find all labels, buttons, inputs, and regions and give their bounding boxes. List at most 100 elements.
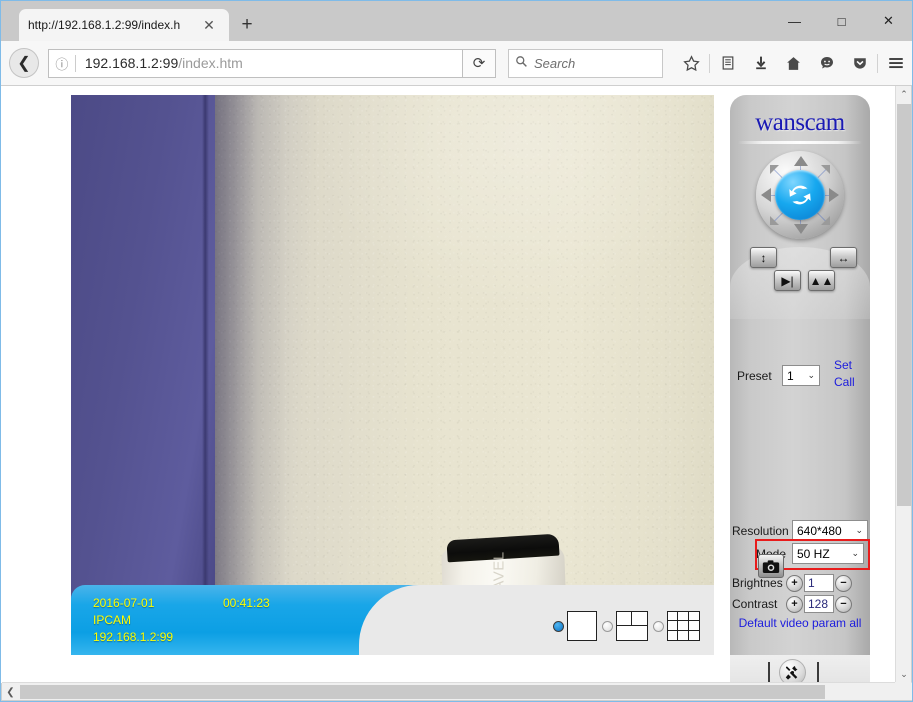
ptz-vertical-scan-button[interactable]: ↕ xyxy=(750,247,777,268)
scroll-left-icon[interactable]: ❮ xyxy=(2,683,19,701)
horizontal-scrollbar-thumb[interactable] xyxy=(20,685,825,699)
site-identity-icon[interactable]: ⓘ xyxy=(49,50,75,77)
navigation-toolbar: ❮ ⓘ 192.168.1.2:99/index.htm ⟳ Search xyxy=(1,41,912,86)
bookmark-star-icon[interactable] xyxy=(675,46,708,80)
ptz-right-arrow-icon[interactable] xyxy=(829,188,839,202)
search-icon xyxy=(509,55,534,71)
search-placeholder: Search xyxy=(533,55,576,71)
downloads-icon[interactable] xyxy=(744,46,777,80)
ptz-io-button[interactable]: ▶| xyxy=(774,270,801,291)
ptz-up-arrow-icon[interactable] xyxy=(794,156,808,166)
contrast-value-input[interactable]: 128 xyxy=(804,595,834,613)
layout-radio-3x3[interactable] xyxy=(653,620,664,632)
scroll-up-icon[interactable]: ⌃ xyxy=(896,86,912,103)
vertical-scrollbar[interactable]: ⌃ ⌄ xyxy=(895,86,911,683)
contrast-decrease-button[interactable]: − xyxy=(835,595,852,613)
video-stream[interactable]: TRAVEL 2016-07-01 00:41:23 IPCAM 192.168… xyxy=(71,95,714,655)
ptz-down-arrow-icon[interactable] xyxy=(794,224,808,234)
contrast-label: Contrast xyxy=(732,597,778,611)
layout-option-2x2[interactable] xyxy=(602,611,648,641)
preset-select[interactable]: 1 ⌄ xyxy=(782,365,820,386)
camera-snapshot-icon[interactable] xyxy=(758,554,784,578)
logo-divider xyxy=(738,141,862,144)
brightness-row: Brightnes + 1 − xyxy=(730,574,870,592)
url-host: 192.168.1.2:99 xyxy=(84,55,179,71)
chevron-down-icon: ⌄ xyxy=(851,548,859,558)
preset-label: Preset xyxy=(737,368,772,383)
brightness-increase-button[interactable]: + xyxy=(786,574,803,592)
maximize-button[interactable]: □ xyxy=(818,1,865,41)
home-icon[interactable] xyxy=(777,46,810,80)
panel-bottom-toolbar xyxy=(730,655,870,683)
layout-grid-3x3-icon[interactable] xyxy=(667,611,700,641)
pocket-icon[interactable] xyxy=(843,46,876,80)
video-purple-wall xyxy=(71,95,215,655)
resolution-row: Resolution 640*480 ⌄ xyxy=(730,520,870,541)
osd-device-name: IPCAM xyxy=(93,613,132,627)
brightness-value-input[interactable]: 1 xyxy=(804,574,834,592)
ptz-center-home-button[interactable]: ▲▲ xyxy=(808,270,835,291)
wanscam-logo: wanscam xyxy=(755,109,845,136)
video-corner-shadow xyxy=(215,95,287,655)
layout-radio-1x1[interactable] xyxy=(553,620,564,632)
preset-set-link[interactable]: Set xyxy=(834,357,855,374)
search-bar[interactable]: Search xyxy=(507,48,663,78)
url-bar[interactable]: ⓘ 192.168.1.2:99/index.htm xyxy=(47,48,464,78)
ptz-control-pad[interactable] xyxy=(756,151,844,239)
toolbar-divider xyxy=(709,53,710,73)
osd-address: 192.168.1.2:99 xyxy=(93,630,174,644)
default-video-param-link[interactable]: Default video param all xyxy=(736,615,864,631)
scroll-down-icon[interactable]: ⌄ xyxy=(896,666,912,683)
minimize-button[interactable]: — xyxy=(771,1,818,41)
url-text: 192.168.1.2:99/index.htm xyxy=(76,55,462,71)
resolution-select[interactable]: 640*480 ⌄ xyxy=(792,520,868,541)
preset-call-link[interactable]: Call xyxy=(834,374,855,391)
layout-grid-1x1-icon[interactable] xyxy=(567,611,597,641)
layout-radio-2x2[interactable] xyxy=(602,620,613,632)
osd-date: 2016-07-01 xyxy=(93,596,155,610)
toolbar-separator-right xyxy=(817,662,819,683)
vertical-scrollbar-thumb[interactable] xyxy=(897,104,911,506)
ptz-center-rotate-refresh-icon[interactable] xyxy=(775,170,825,220)
back-button-icon[interactable]: ❮ xyxy=(9,48,39,78)
layout-grid-2x2-icon[interactable] xyxy=(616,611,648,641)
camera-control-panel: wanscam ↕ ↔ ▶| ▲▲ Preset 1 ⌄ Set Call Re… xyxy=(730,95,870,655)
chevron-down-icon: ⌄ xyxy=(807,370,815,380)
layout-picker xyxy=(548,611,700,641)
toolbar-divider-2 xyxy=(877,53,878,73)
reading-list-icon[interactable] xyxy=(711,46,744,80)
wrench-tools-icon[interactable] xyxy=(779,659,806,683)
mode-select[interactable]: 50 HZ ⌄ xyxy=(792,543,864,564)
toolbar-separator-left xyxy=(768,662,770,683)
osd-time: 00:41:23 xyxy=(223,596,270,610)
mode-row: Mode 50 HZ ⌄ xyxy=(730,543,870,564)
browser-window: http://192.168.1.2:99/index.htm ✕ + — □ … xyxy=(0,0,913,702)
chevron-down-icon: ⌄ xyxy=(855,525,863,535)
contrast-increase-button[interactable]: + xyxy=(786,595,803,613)
close-button[interactable]: ✕ xyxy=(865,1,912,41)
window-controls: — □ ✕ xyxy=(771,1,912,41)
new-tab-button[interactable]: + xyxy=(237,15,257,35)
tab-close-icon[interactable]: ✕ xyxy=(201,17,217,33)
menu-hamburger-icon[interactable] xyxy=(879,46,912,80)
scrollbar-corner xyxy=(895,682,911,700)
resolution-label: Resolution xyxy=(732,523,789,538)
reload-icon[interactable]: ⟳ xyxy=(463,48,496,78)
ptz-horizontal-scan-button[interactable]: ↔ xyxy=(830,247,857,268)
page-content: TRAVEL 2016-07-01 00:41:23 IPCAM 192.168… xyxy=(1,86,897,683)
brightness-decrease-button[interactable]: − xyxy=(835,574,852,592)
tab-title: http://192.168.1.2:99/index.htm xyxy=(28,18,180,32)
horizontal-scrollbar[interactable]: ❮ ❯ xyxy=(2,682,912,701)
ptz-left-arrow-icon[interactable] xyxy=(761,188,771,202)
video-osd-bar: 2016-07-01 00:41:23 IPCAM 192.168.1.2:99 xyxy=(71,585,714,655)
browser-tab[interactable]: http://192.168.1.2:99/index.htm ✕ xyxy=(19,9,229,41)
url-path: /index.htm xyxy=(178,55,243,71)
preset-links: Set Call xyxy=(834,357,855,391)
title-bar: http://192.168.1.2:99/index.htm ✕ + — □ … xyxy=(1,1,912,41)
layout-option-1x1[interactable] xyxy=(553,611,597,641)
resolution-value: 640*480 xyxy=(797,523,842,538)
sync-smiley-icon[interactable] xyxy=(810,46,843,80)
layout-option-3x3[interactable] xyxy=(653,611,700,641)
preset-value: 1 xyxy=(787,368,794,383)
mode-value: 50 HZ xyxy=(797,546,830,561)
